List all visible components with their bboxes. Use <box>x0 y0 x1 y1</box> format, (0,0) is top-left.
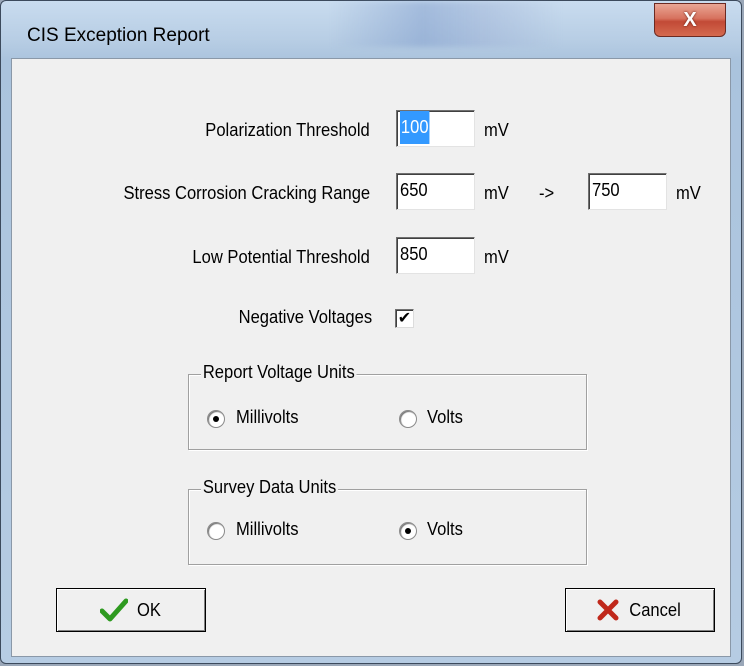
survey-data-units-title: Survey Data Units <box>201 477 339 498</box>
scc-range-label: Stress Corrosion Cracking Range <box>123 183 370 203</box>
x-icon <box>597 599 619 621</box>
survey-data-units-group: Survey Data Units Millivolts Volts <box>188 477 587 565</box>
negative-voltages-label: Negative Voltages <box>238 307 372 327</box>
report-volts-radio[interactable] <box>399 410 417 428</box>
survey-millivolts-label[interactable]: Millivolts <box>236 519 299 540</box>
dialog-window: CIS Exception Report X Polarization Thre… <box>0 0 742 664</box>
cancel-button-label: Cancel <box>629 599 681 620</box>
checkmark-icon: ✔ <box>397 310 412 327</box>
ok-button[interactable]: OK <box>56 588 206 632</box>
ok-button-label: OK <box>137 599 161 620</box>
survey-volts-label[interactable]: Volts <box>427 519 463 540</box>
titlebar-glow <box>331 1 561 47</box>
low-potential-threshold-label: Low Potential Threshold <box>192 247 370 267</box>
check-icon <box>99 598 128 622</box>
low-potential-unit: mV <box>484 247 509 267</box>
window-title: CIS Exception Report <box>27 25 210 46</box>
report-volts-label[interactable]: Volts <box>427 407 463 428</box>
report-voltage-units-title: Report Voltage Units <box>201 362 357 383</box>
range-arrow: -> <box>539 183 555 203</box>
cancel-button[interactable]: Cancel <box>565 588 715 632</box>
polarization-threshold-label: Polarization Threshold <box>205 120 370 140</box>
survey-millivolts-radio[interactable] <box>207 522 225 540</box>
scc-to-unit: mV <box>676 183 701 203</box>
polarization-unit: mV <box>484 120 509 140</box>
close-button[interactable]: X <box>654 3 726 37</box>
dialog-client-area: Polarization Threshold 100 mV Stress Cor… <box>11 58 731 657</box>
low-potential-threshold-input[interactable]: 850 <box>396 237 475 274</box>
negative-voltages-checkbox[interactable]: ✔ <box>395 309 414 328</box>
close-icon: X <box>683 8 697 31</box>
polarization-threshold-input[interactable]: 100 <box>396 110 475 147</box>
scc-from-unit: mV <box>484 183 509 203</box>
scc-range-from-input[interactable]: 650 <box>396 173 475 210</box>
survey-volts-radio[interactable] <box>399 522 417 540</box>
report-millivolts-radio[interactable] <box>207 410 225 428</box>
report-millivolts-label[interactable]: Millivolts <box>236 407 299 428</box>
report-voltage-units-group: Report Voltage Units Millivolts Volts <box>188 362 587 450</box>
scc-range-to-input[interactable]: 750 <box>588 173 667 210</box>
